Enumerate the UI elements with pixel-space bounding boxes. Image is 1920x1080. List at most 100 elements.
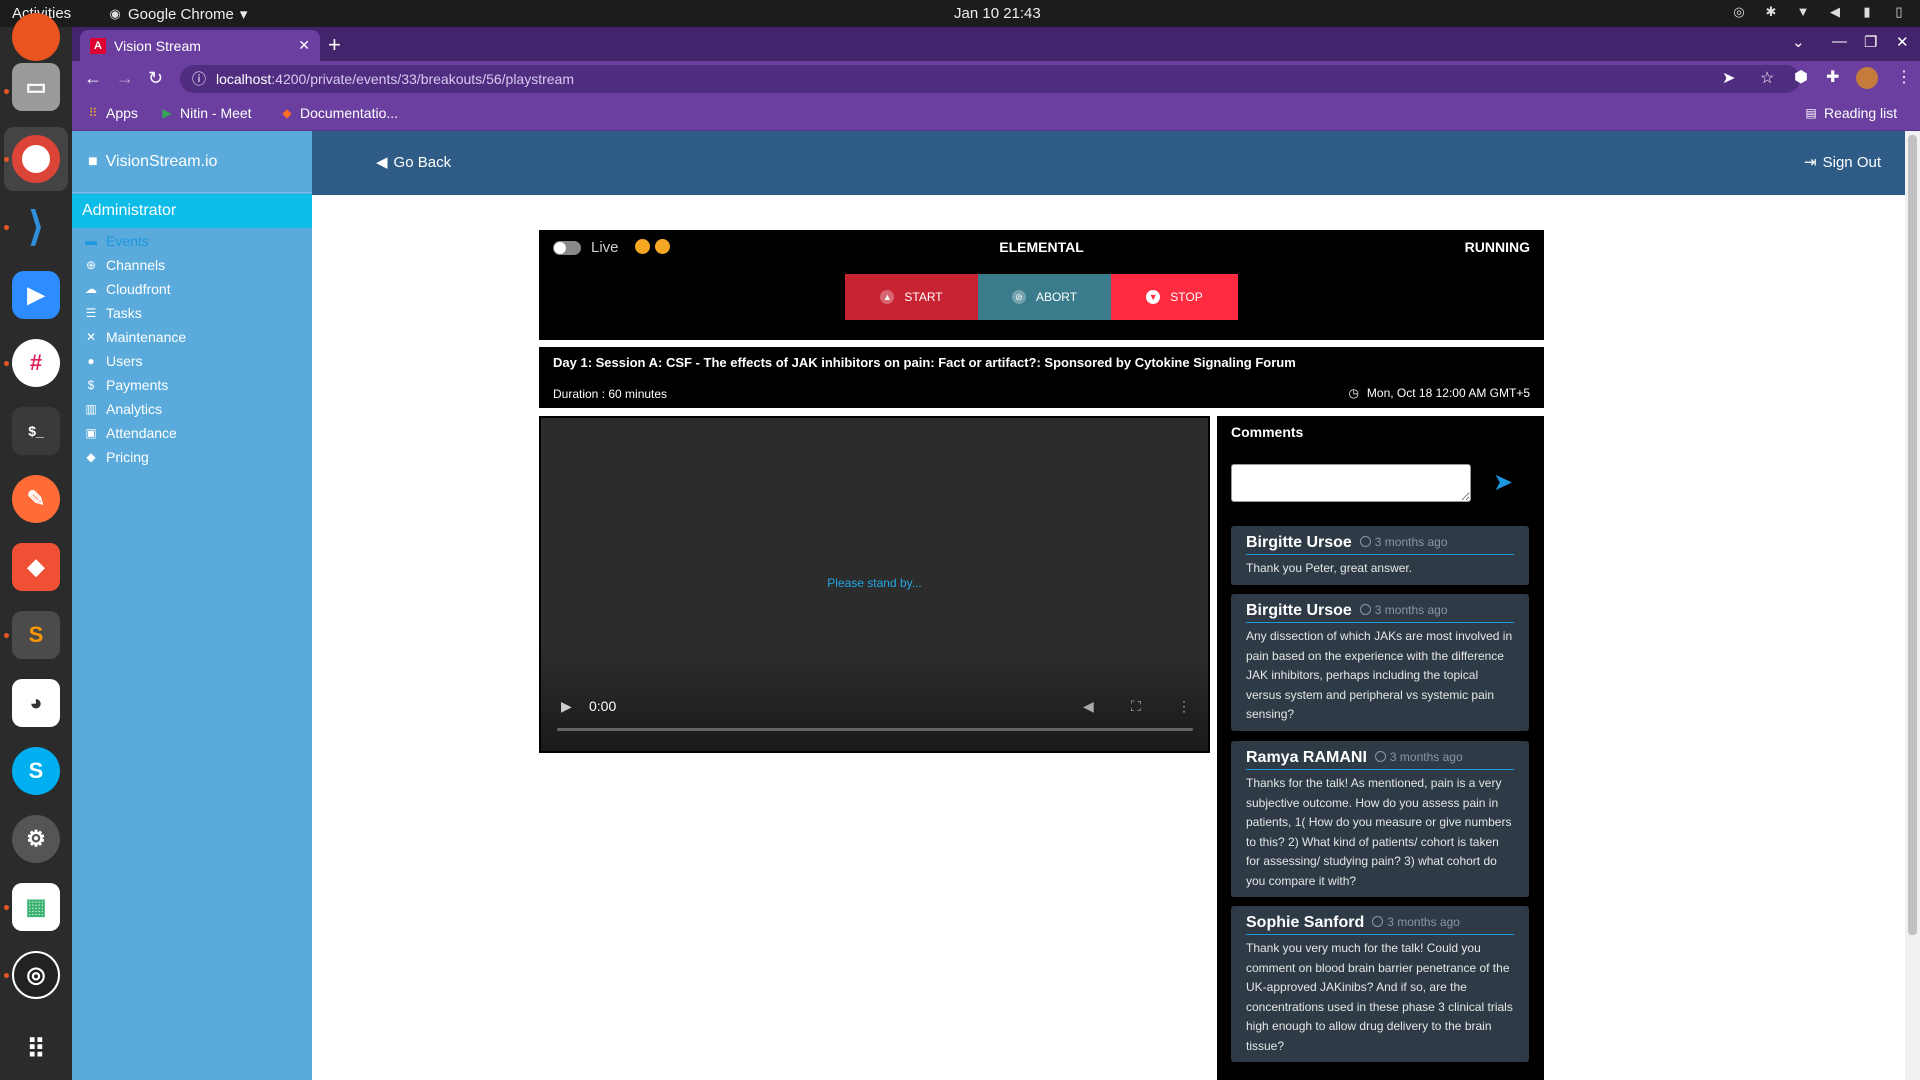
vscode-icon[interactable]: ⟩ [12,203,60,251]
volume-icon[interactable]: ◀ [1828,5,1842,19]
sidebar-item-attendance[interactable]: ▣ Attendance [72,421,312,445]
sign-out-button[interactable]: ⇥ Sign Out [1804,153,1881,172]
files-icon[interactable]: ▭ [12,63,60,111]
wifi-icon[interactable]: ▼ [1796,5,1810,19]
angular-favicon-icon: A [90,37,106,54]
volume-icon[interactable]: ◀ [1083,698,1094,715]
battery-icon[interactable]: ▯ [1892,5,1906,19]
sidebar-item-label: Maintenance [106,329,187,345]
bookmark-apps[interactable]: ⠿ Apps [86,105,138,121]
terminal-icon[interactable]: $_ [12,407,60,455]
bookmark-label: Nitin - Meet [180,105,252,121]
stop-button[interactable]: ▼ STOP [1111,274,1238,320]
comment-card: Ramya RAMANI 3 months ago Thanks for the t… [1231,741,1529,897]
sidebar-item-payments[interactable]: $ Payments [72,373,312,397]
go-back-button[interactable]: ◀ Go Back [376,153,451,172]
sidebar-item-users[interactable]: ● Users [72,349,312,373]
anydesk-icon[interactable]: ◆ [12,543,60,591]
comment-time: 3 months ago [1359,603,1448,617]
start-button[interactable]: ▲ START [845,274,978,320]
show-apps-icon[interactable]: ⠿ [12,1025,60,1073]
cloud-icon: ☁ [85,282,97,296]
sidebar-item-analytics[interactable]: ▥ Analytics [72,397,312,421]
app-menu[interactable]: ◉ Google Chrome ▾ [108,5,247,24]
mic-icon[interactable]: ▮ [1860,5,1874,19]
address-bar[interactable]: ⓘ localhost:4200/private/events/33/break… [180,65,1800,93]
system-tray[interactable]: ◎ ✱ ▼ ◀ ▮ ▯ [1732,5,1906,19]
bookmark-star-icon[interactable]: ☆ [1760,68,1774,88]
chrome-dock-icon[interactable] [12,135,60,183]
fullscreen-icon[interactable]: ⛶ [1131,698,1141,715]
video-menu-icon[interactable]: ⋮ [1177,698,1191,715]
sidebar-item-label: Events [106,233,149,249]
comment-text: Thank you Peter, great answer. [1246,561,1413,575]
ubuntu-software-icon[interactable] [12,13,60,61]
gitlab-icon: ◆ [282,106,292,120]
comment-card: Sophie Sanford 3 months ago Thank you very… [1231,906,1529,1062]
forward-icon[interactable]: → [116,68,134,89]
reload-icon[interactable]: ↻ [148,68,163,89]
sidebar-item-events[interactable]: ▬ Events [72,229,312,253]
abort-button[interactable]: ⊘ ABORT [978,274,1111,320]
sidebar-item-label: Cloudfront [106,281,171,297]
page-scrollbar[interactable] [1905,131,1920,1080]
close-tab-icon[interactable]: ✕ [298,37,310,54]
play-icon[interactable]: ▶ [561,698,572,715]
session-info: Day 1: Session A: CSF - The effects of J… [539,347,1544,408]
running-indicator [4,633,9,638]
sublime-text-icon[interactable]: S [12,611,60,659]
sidebar-item-label: Pricing [106,449,149,465]
send-tab-icon[interactable]: ➤ [1722,68,1735,88]
slack-icon[interactable]: # [12,339,60,387]
spreadsheet-icon[interactable]: ▦ [12,883,60,931]
obs-tray-icon[interactable]: ◎ [1732,5,1746,19]
tab-search-icon[interactable]: ⌄ [1792,33,1805,51]
comment-time-text: 3 months ago [1387,914,1460,929]
session-duration: Duration : 60 minutes [553,387,668,401]
sidebar-menu: ▬ Events ⊕ Channels ☁ Cloudfront ☰ Tasks ✕ Mainte… [72,228,312,469]
postman-icon[interactable]: ✎ [12,475,60,523]
profile-avatar[interactable] [1856,67,1878,89]
sidebar-item-maintenance[interactable]: ✕ Maintenance [72,325,312,349]
tab-strip: A Vision Stream ✕ + ⌄ — ❐ ✕ [72,27,1920,61]
sidebar-item-tasks[interactable]: ☰ Tasks [72,301,312,325]
video-player[interactable]: Please stand by... ▶ 0:00 ◀ ⛶ ⋮ [539,416,1210,753]
sidebar-item-pricing[interactable]: ◆ Pricing [72,445,312,469]
sidebar-item-channels[interactable]: ⊕ Channels [72,253,312,277]
comment-input[interactable] [1231,464,1471,502]
video-progress-bar[interactable] [557,728,1193,731]
gimp-icon[interactable]: ◕ [12,679,60,727]
sidebar-item-label: Users [106,353,143,369]
comment-card: Birgitte Ursoe 3 months ago Any dissection… [1231,594,1529,731]
maximize-button[interactable]: ❐ [1864,33,1877,51]
back-icon[interactable]: ← [84,68,102,89]
dock: ▭ ⟩ ▶ # $_ ✎ ◆ S ◕ S ⚙ ▦ ◎ ⠿ [0,13,72,1080]
sidebar-item-label: Tasks [106,305,142,321]
reading-list-button[interactable]: ▤ Reading list [1804,105,1897,121]
extension-icon[interactable]: ⬢ [1794,67,1808,87]
video-camera-icon: ■ [88,152,98,170]
send-icon[interactable]: ➤ [1493,468,1513,497]
menu-kebab-icon[interactable]: ⋮ [1896,67,1912,87]
clock-icon [1359,604,1371,615]
minimize-button[interactable]: — [1832,33,1847,50]
bookmark-nitin-meet[interactable]: ▶ Nitin - Meet [160,105,252,121]
zoom-icon[interactable]: ▶ [12,271,60,319]
new-tab-button[interactable]: + [328,32,341,58]
scrollbar-thumb[interactable] [1908,135,1917,935]
brand[interactable]: ■ VisionStream.io [72,131,312,193]
close-window-button[interactable]: ✕ [1896,33,1909,51]
video-screen[interactable]: Please stand by... ▶ 0:00 ◀ ⛶ ⋮ [541,418,1208,751]
start-label: START [904,290,943,304]
site-info-icon[interactable]: ⓘ [192,69,206,89]
slack-tray-icon[interactable]: ✱ [1764,5,1778,19]
comment-text: Any dissection of which JAKs are most in… [1246,629,1513,721]
obs-icon[interactable]: ◎ [12,951,60,999]
settings-icon[interactable]: ⚙ [12,815,60,863]
sidebar-item-cloudfront[interactable]: ☁ Cloudfront [72,277,312,301]
tab-vision-stream[interactable]: A Vision Stream ✕ [80,30,320,61]
puzzle-icon[interactable]: ✚ [1826,67,1839,87]
bookmark-documentation[interactable]: ◆ Documentatio... [280,105,398,121]
clock[interactable]: Jan 10 21:43 [954,5,1041,22]
skype-icon[interactable]: S [12,747,60,795]
